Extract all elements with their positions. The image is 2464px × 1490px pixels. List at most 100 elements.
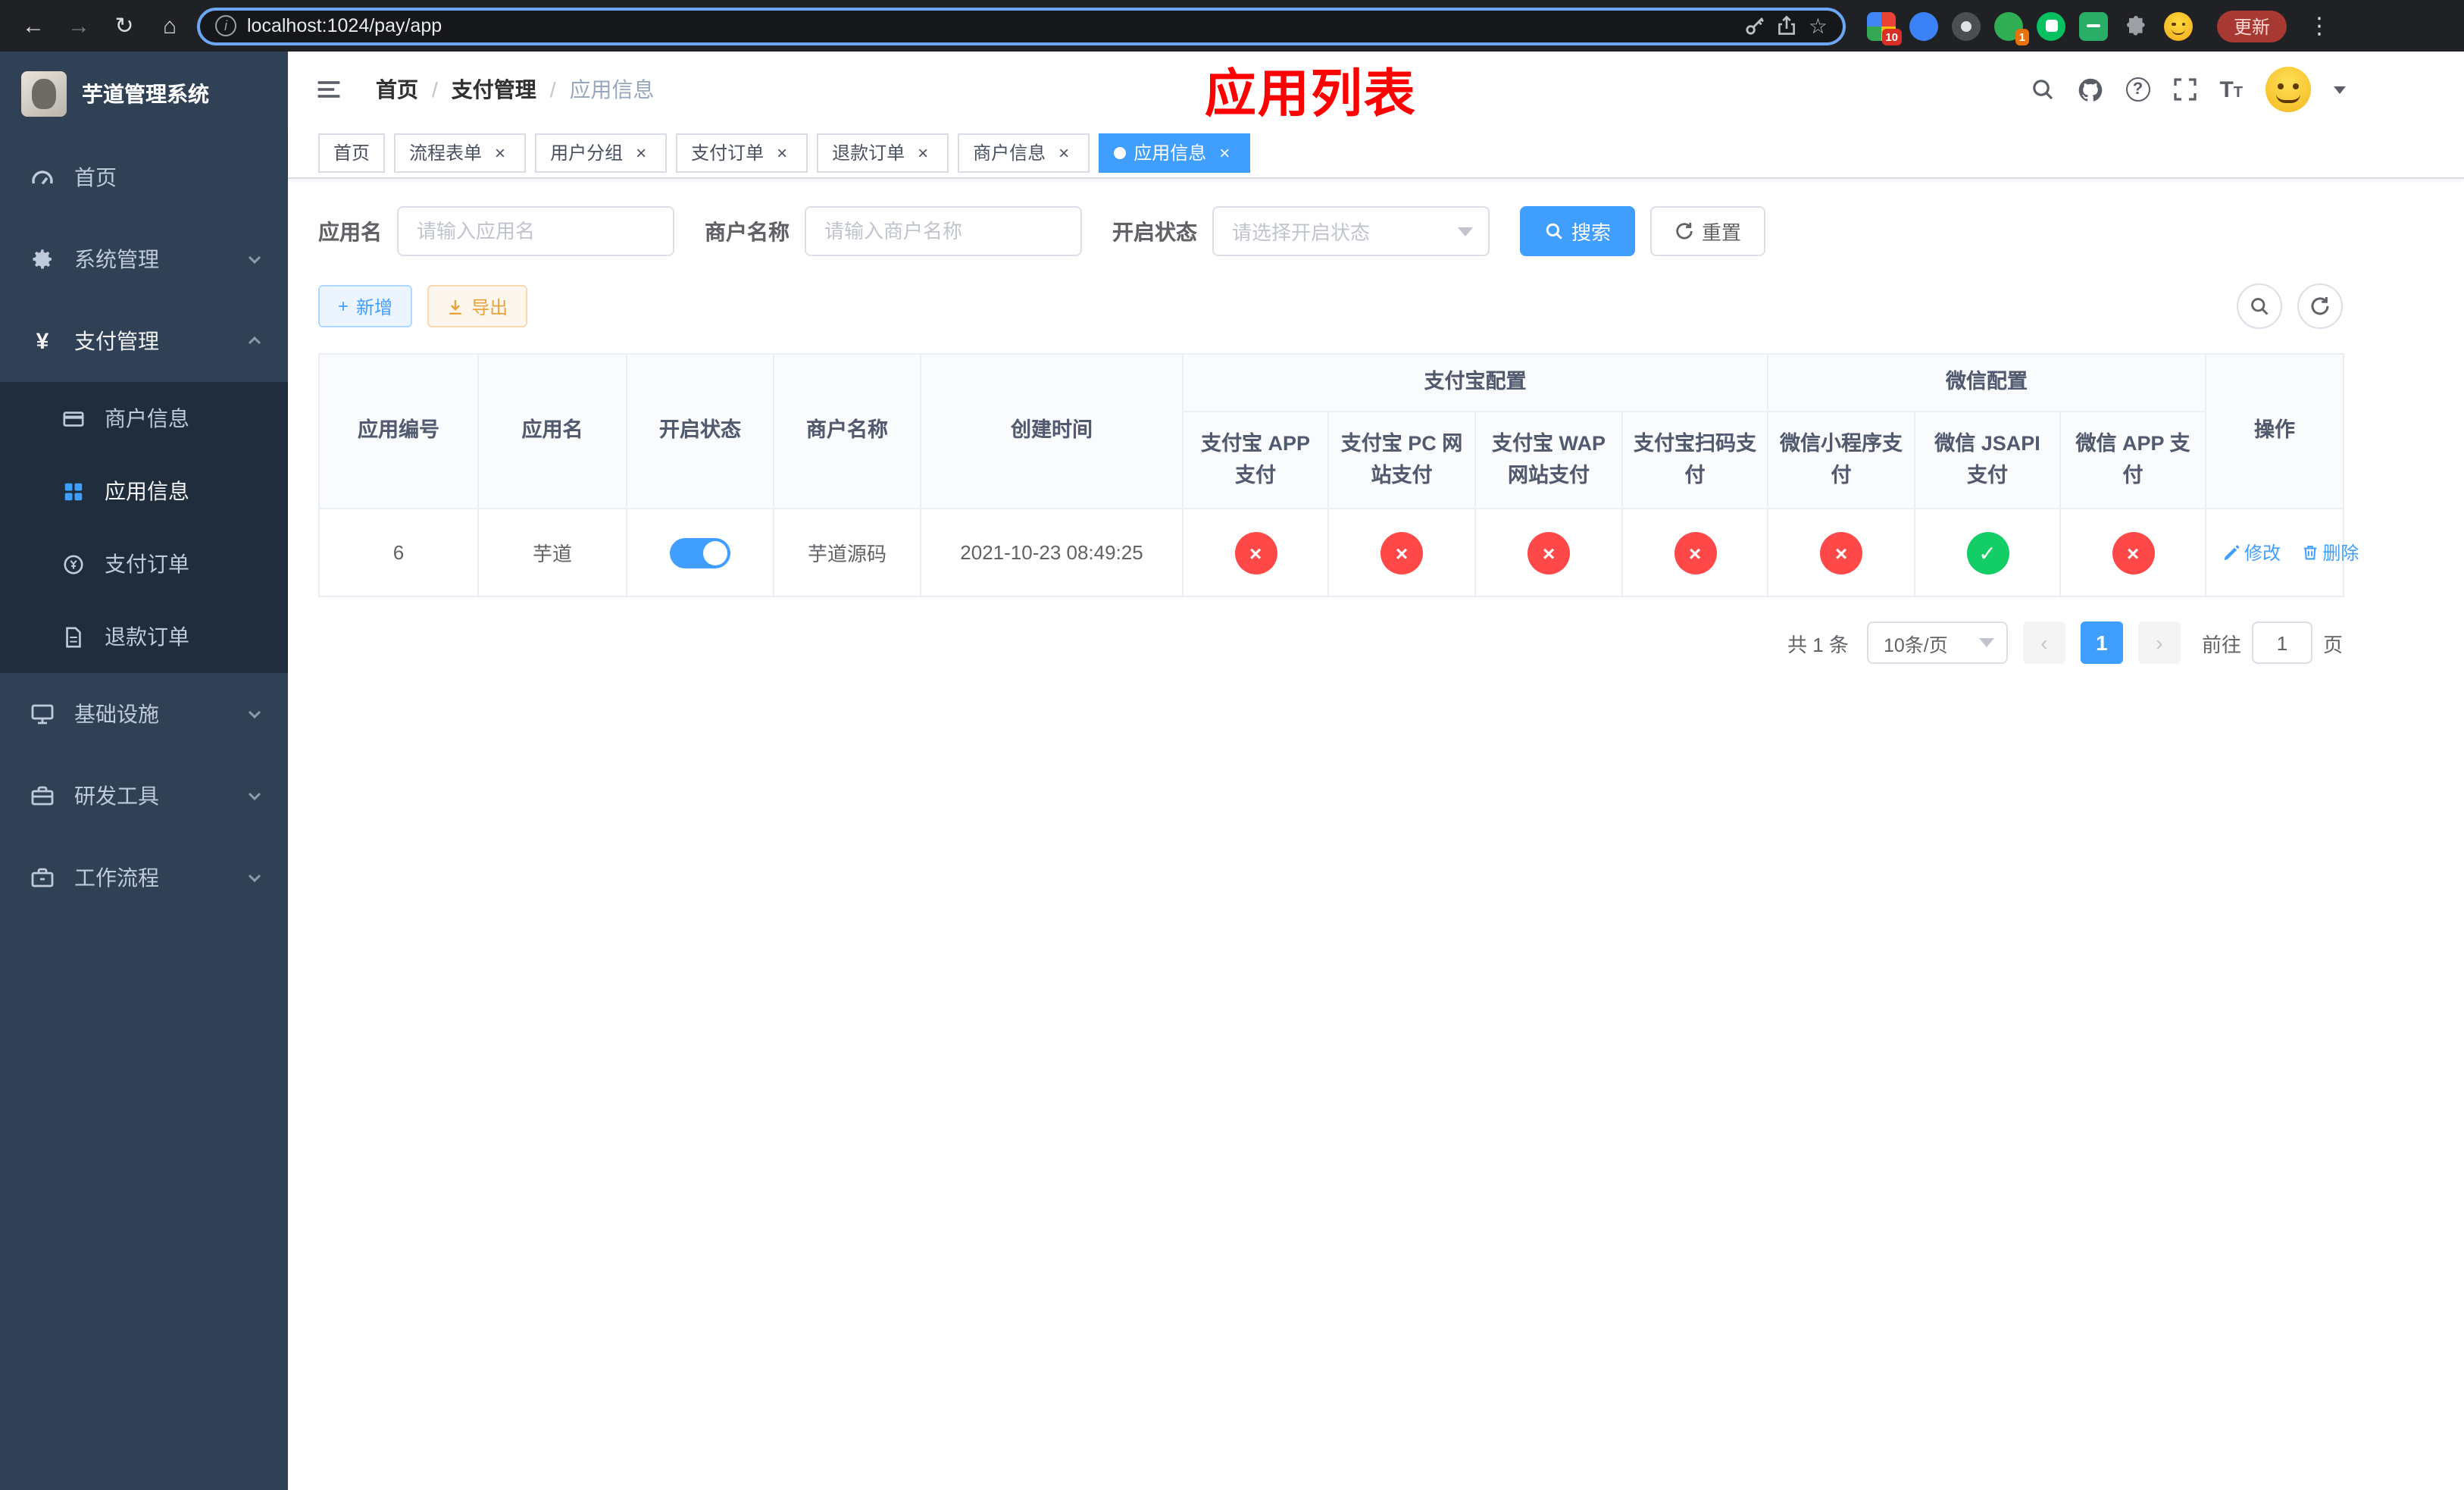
- avatar-caret-icon[interactable]: [2334, 86, 2346, 93]
- help-icon[interactable]: ?: [2125, 77, 2150, 102]
- search-icon: [2251, 298, 2269, 315]
- share-icon[interactable]: [1777, 15, 1798, 36]
- tab-home[interactable]: 首页: [318, 133, 386, 172]
- app-name-label: 应用名: [318, 219, 382, 243]
- chevron-up-icon: [245, 332, 264, 350]
- add-button[interactable]: + 新增: [318, 285, 413, 327]
- breadcrumb-home[interactable]: 首页: [376, 74, 418, 105]
- browser-reload-button[interactable]: ↻: [106, 8, 142, 44]
- column-header: 支付宝 WAP 网站支付: [1474, 411, 1623, 509]
- chevron-down-icon: [245, 787, 264, 805]
- browser-back-button[interactable]: ←: [15, 8, 52, 44]
- browser-home-button[interactable]: ⌂: [152, 8, 188, 44]
- tab-app-info[interactable]: 应用信息 ×: [1099, 133, 1251, 172]
- tab-process-form[interactable]: 流程表单 ×: [394, 133, 527, 172]
- extensions-puzzle-icon[interactable]: [2122, 11, 2150, 40]
- extension-dark-icon[interactable]: [1952, 11, 1981, 40]
- tab-user-group[interactable]: 用户分组 ×: [535, 133, 668, 172]
- edit-link[interactable]: 修改: [2223, 540, 2281, 565]
- disabled-icon: ×: [1674, 531, 1716, 574]
- status-select[interactable]: 请选择开启状态: [1212, 206, 1490, 256]
- url-text[interactable]: localhost:1024/pay/app: [247, 15, 1734, 36]
- merchant-name-input[interactable]: [805, 206, 1082, 256]
- extension-green-icon[interactable]: 1: [1994, 11, 2029, 45]
- sidebar-item-infrastructure[interactable]: 基础设施: [0, 673, 288, 755]
- sidebar-item-merchant-info[interactable]: 商户信息: [0, 382, 288, 455]
- extension-book-icon[interactable]: [2079, 11, 2108, 40]
- close-icon[interactable]: ×: [771, 142, 793, 163]
- column-header: 支付宝 APP 支付: [1182, 411, 1329, 509]
- search-button[interactable]: 搜索: [1520, 206, 1636, 256]
- reload-icon: ↻: [114, 14, 134, 39]
- extension-wechat-devtools-icon[interactable]: [2037, 11, 2065, 40]
- delete-link[interactable]: 删除: [2301, 540, 2359, 565]
- reset-button[interactable]: 重置: [1650, 206, 1766, 256]
- sidebar-item-workflow[interactable]: 工作流程: [0, 837, 288, 919]
- prev-page-button[interactable]: ‹: [2022, 621, 2065, 664]
- sidebar-logo-row: 芋道管理系统: [0, 52, 288, 136]
- close-icon[interactable]: ×: [1214, 142, 1235, 163]
- search-icon[interactable]: [2030, 77, 2054, 102]
- column-header: 微信小程序支付: [1767, 411, 1915, 509]
- app-name-input[interactable]: [397, 206, 674, 256]
- status-toggle[interactable]: [670, 537, 730, 568]
- cell-wx-jsapi: ✓: [1914, 508, 2061, 597]
- breadcrumb-payment[interactable]: 支付管理: [452, 74, 536, 105]
- next-page-button[interactable]: ›: [2137, 621, 2181, 664]
- refresh-table-button[interactable]: [2297, 283, 2343, 329]
- table-toolbar: + 新增 导出: [318, 283, 2343, 329]
- tab-payment-orders[interactable]: 支付订单 ×: [676, 133, 808, 172]
- gear-icon: [30, 247, 55, 271]
- github-icon[interactable]: [2077, 77, 2103, 102]
- disabled-icon: ×: [1234, 531, 1277, 574]
- sidebar-item-system[interactable]: 系统管理: [0, 218, 288, 300]
- cell-merchant: 芋道源码: [773, 508, 921, 597]
- forward-icon: →: [67, 13, 90, 39]
- sidebar-item-payment[interactable]: ¥ 支付管理: [0, 300, 288, 382]
- breadcrumb-separator: /: [432, 77, 438, 102]
- extension-apps-icon[interactable]: 10: [1867, 11, 1902, 45]
- sidebar-item-home[interactable]: 首页: [0, 136, 288, 218]
- breadcrumb-app-info: 应用信息: [569, 77, 655, 102]
- sidebar-item-payment-orders[interactable]: 支付订单: [0, 527, 288, 600]
- bookmark-star-icon[interactable]: ☆: [1809, 13, 1828, 39]
- page-number-button[interactable]: 1: [2080, 621, 2123, 664]
- app-logo: [21, 71, 67, 117]
- close-icon[interactable]: ×: [1053, 142, 1074, 163]
- page-size-select[interactable]: 10条/页: [1866, 621, 2008, 664]
- address-bar[interactable]: i localhost:1024/pay/app ☆: [197, 7, 1846, 45]
- extension-face-icon[interactable]: [2164, 11, 2193, 40]
- browser-menu-icon[interactable]: ⋮: [2308, 12, 2331, 39]
- column-header: 创建时间: [920, 353, 1184, 509]
- sidebar-toggle-icon[interactable]: [315, 76, 342, 103]
- font-size-icon[interactable]: TT: [2219, 78, 2243, 101]
- site-info-icon[interactable]: i: [215, 15, 236, 36]
- column-header: 开启状态: [626, 353, 774, 509]
- browser-forward-button[interactable]: →: [61, 8, 97, 44]
- tab-merchant-info[interactable]: 商户信息 ×: [958, 133, 1090, 172]
- sidebar-item-dev-tools[interactable]: 研发工具: [0, 755, 288, 837]
- close-icon[interactable]: ×: [489, 142, 511, 163]
- goto-page-input[interactable]: [2251, 621, 2312, 664]
- tab-refund-orders[interactable]: 退款订单 ×: [817, 133, 949, 172]
- toggle-search-button[interactable]: [2237, 283, 2282, 329]
- merchant-name-label: 商户名称: [705, 219, 790, 243]
- close-icon[interactable]: ×: [630, 142, 652, 163]
- goto-label: 前往: [2201, 633, 2241, 656]
- fullscreen-icon[interactable]: [2172, 77, 2197, 102]
- yen-icon: ¥: [36, 328, 49, 354]
- pencil-icon: [2224, 545, 2240, 561]
- browser-toolbar: ← → ↻ ⌂ i localhost:1024/pay/app ☆ 10 1: [0, 0, 2464, 52]
- avatar[interactable]: [2265, 67, 2311, 112]
- sidebar-item-app-info[interactable]: 应用信息: [0, 455, 288, 527]
- sidebar-item-refund-orders[interactable]: 退款订单: [0, 600, 288, 673]
- cell-status: [626, 508, 774, 597]
- export-button[interactable]: 导出: [427, 285, 528, 327]
- chevron-down-icon: [245, 250, 264, 268]
- sidebar-item-label: 系统管理: [74, 247, 159, 271]
- close-icon[interactable]: ×: [912, 142, 933, 163]
- browser-update-button[interactable]: 更新: [2217, 10, 2287, 42]
- status-label: 开启状态: [1112, 219, 1197, 243]
- extension-drop-icon[interactable]: [1909, 11, 1938, 40]
- password-key-icon[interactable]: [1745, 15, 1766, 36]
